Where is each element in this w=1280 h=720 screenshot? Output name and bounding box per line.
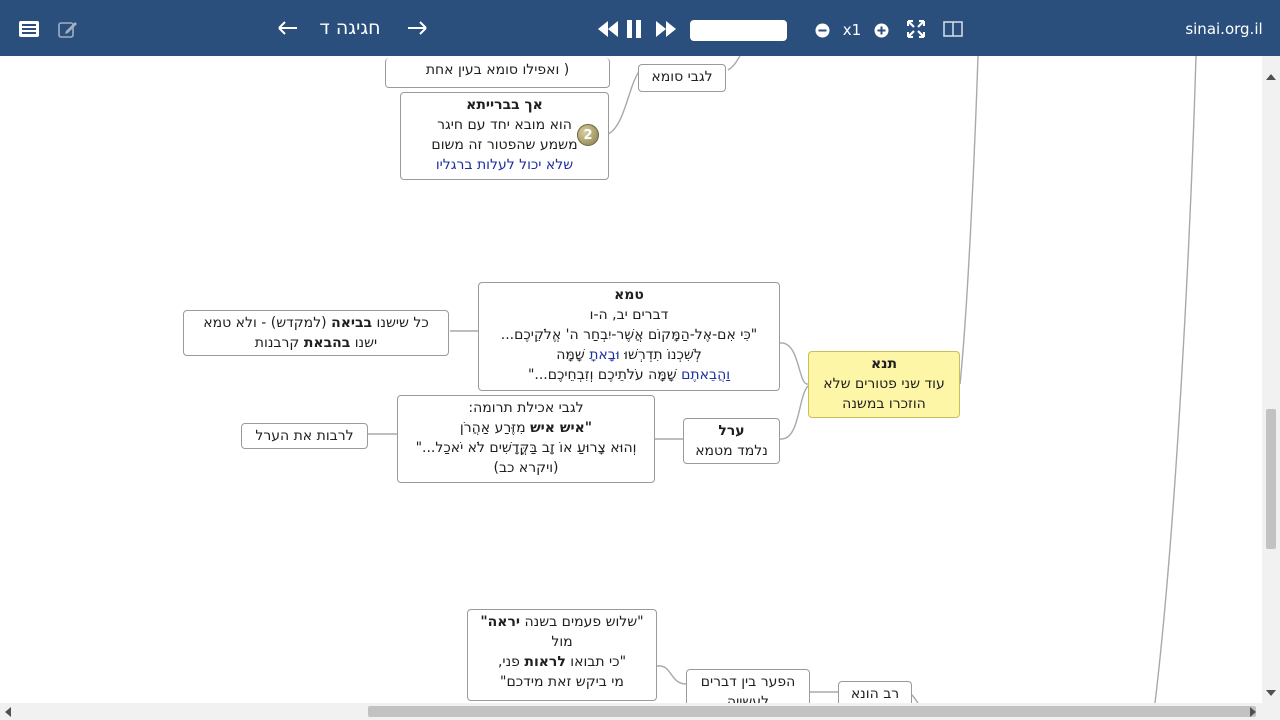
node-line: נלמד מטמא: [695, 443, 768, 459]
node-line: שלא יכול לעלות ברגליו: [435, 157, 574, 173]
list-icon[interactable]: [18, 18, 40, 40]
scroll-right-icon[interactable]: [1250, 707, 1256, 717]
fullscreen-icon[interactable]: [905, 18, 927, 40]
split-view-icon[interactable]: [942, 19, 964, 39]
minus-circle-icon[interactable]: [814, 22, 831, 39]
rewind-icon[interactable]: [596, 18, 620, 40]
pause-icon[interactable]: [623, 18, 645, 40]
node-line: כל שישנו בביאה (למקדש) - ולא טמא: [190, 313, 442, 333]
node-line: "איש איש מִזֶּרַע אַהֲרֹן: [404, 418, 648, 438]
node-title: אך בברייתא: [466, 97, 543, 113]
node-text: לראות: [524, 654, 566, 670]
scroll-left-icon[interactable]: [5, 707, 11, 717]
node-sumah-partial[interactable]: ( ואפילו סומא בעין אחת: [385, 58, 610, 88]
node-line: "שלוש פעמים בשנה יראה": [474, 612, 650, 632]
node-line: לעשייה: [726, 694, 770, 703]
horizontal-scroll-thumb[interactable]: [368, 706, 1256, 717]
node-shalosh-peamim[interactable]: "שלוש פעמים בשנה יראה" מול "כי תבואו לרא…: [467, 609, 657, 701]
node-text: "שלוש פעמים בשנה: [524, 614, 644, 630]
node-line: לגבי אכילת תרומה:: [468, 400, 584, 416]
node-text: וַהֲבֵאתֶם: [681, 367, 731, 383]
node-title: ערל: [718, 423, 745, 439]
fast-forward-icon[interactable]: [654, 18, 678, 40]
node-text: בהבאת: [303, 335, 351, 351]
node-line: מול: [551, 634, 573, 650]
node-rav-huna[interactable]: רב הונא: [838, 681, 912, 703]
top-toolbar: חגיגה ד 11:58 / 22:57 x1 sinai.org.il: [0, 0, 1280, 56]
time-display: 11:58 / 22:57: [690, 20, 787, 41]
node-line: עוד שני פטורים שלא: [823, 376, 945, 392]
node-hefer[interactable]: הפער בין דברים לעשייה: [686, 669, 810, 703]
node-terumah[interactable]: לגבי אכילת תרומה: "איש איש מִזֶּרַע אַהֲ…: [397, 395, 655, 483]
node-text: "כי תבואו: [570, 654, 627, 670]
node-text: "איש איש: [530, 420, 593, 436]
node-line: לְשִׁכְנוֹ תִדְרְשׁוּ וּבָאתָ שָׁמָּה: [485, 345, 773, 365]
node-text: שָׁמָּה: [556, 347, 585, 363]
vertical-scroll-thumb[interactable]: [1266, 409, 1276, 549]
arrow-left-icon[interactable]: [276, 16, 300, 40]
number-badge-icon: 2: [577, 124, 599, 146]
arrow-right-icon[interactable]: [405, 16, 429, 40]
node-line: וְהוּא צָרוּעַ אוֹ זָב בַּקֳּדָשִׁים לֹא…: [415, 440, 637, 456]
site-link[interactable]: sinai.org.il: [1184, 17, 1264, 41]
node-text: ( ואפילו סומא בעין אחת: [425, 62, 570, 78]
node-line: (ויקרא כב): [493, 460, 559, 476]
node-line: הפער בין דברים: [700, 674, 796, 690]
node-line: מי ביקש זאת מידכם": [500, 674, 624, 690]
node-text: וּבָאתָ: [589, 347, 620, 363]
node-text: בביאה: [331, 315, 373, 331]
node-tana[interactable]: תנא עוד שני פטורים שלא הוזכרו במשנה: [808, 351, 960, 418]
horizontal-scrollbar[interactable]: [0, 703, 1280, 720]
node-line: ישנו בהבאת קרבנות: [190, 333, 442, 353]
node-text: מִזֶּרַע אַהֲרֹן: [459, 420, 526, 436]
edit-icon[interactable]: [57, 18, 79, 40]
node-text: רב הונא: [850, 686, 900, 702]
plus-circle-icon[interactable]: [873, 22, 890, 39]
node-text: כל שישנו: [376, 315, 429, 331]
node-title: טמא: [614, 287, 644, 303]
node-line: הוא מובא יחד עם חיגר: [437, 117, 572, 133]
node-line: "כי תבואו לראות פני,: [474, 652, 650, 672]
node-line: דברים יב, ה-ו: [589, 307, 669, 323]
node-lerabot-arel[interactable]: לרבות את הערל: [241, 423, 368, 449]
node-title: תנא: [870, 356, 898, 372]
node-line: משמע שהפטור זה משום: [431, 137, 578, 153]
mindmap-canvas[interactable]: ( ואפילו סומא בעין אחת לגבי סומא אך בברי…: [0, 56, 1262, 703]
node-le-gabei-sumah[interactable]: לגבי סומא: [638, 64, 726, 92]
scroll-up-icon[interactable]: [1266, 74, 1276, 80]
node-arel[interactable]: ערל נלמד מטמא: [683, 418, 780, 464]
node-text: קרבנות: [254, 335, 300, 351]
node-line: הוזכרו במשנה: [842, 396, 926, 412]
node-text: לגבי סומא: [651, 69, 713, 85]
node-text: ישנו: [354, 335, 378, 351]
scroll-down-icon[interactable]: [1266, 690, 1276, 696]
node-text: (למקדש) - ולא טמא: [203, 315, 327, 331]
node-bi-ah[interactable]: כל שישנו בביאה (למקדש) - ולא טמא ישנו בה…: [183, 310, 449, 356]
node-text: פני,: [497, 654, 520, 670]
page-title: חגיגה ד: [319, 17, 381, 39]
node-tamei[interactable]: טמא דברים יב, ה-ו "כִּי אִם-אֶל-הַמָּקוֹ…: [478, 282, 780, 391]
node-text: שָׁמָּה עֹלֹתֵיכֶם וְזִבְחֵיכֶם...": [527, 367, 677, 383]
node-text: לְשִׁכְנוֹ תִדְרְשׁוּ: [624, 347, 702, 363]
node-line: "כִּי אִם-אֶל-הַמָּקוֹם אֲשֶׁר-יִבְחַר ה…: [500, 327, 758, 343]
node-text: לרבות את הערל: [255, 428, 354, 444]
node-text: יראה": [480, 614, 521, 630]
vertical-scrollbar[interactable]: [1262, 56, 1280, 703]
speed-label: x1: [842, 21, 862, 39]
node-line: וַהֲבֵאתֶם שָׁמָּה עֹלֹתֵיכֶם וְזִבְחֵיכ…: [485, 365, 773, 385]
